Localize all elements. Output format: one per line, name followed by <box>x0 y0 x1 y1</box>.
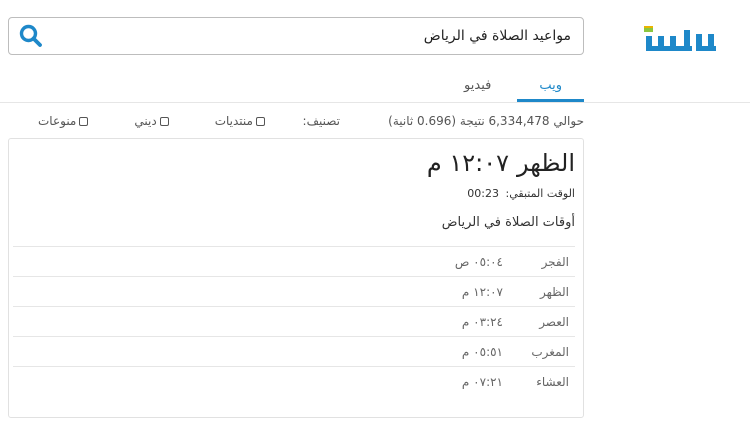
prayer-time: ٠٥:٠٤ ص <box>454 254 503 269</box>
search-box[interactable] <box>8 17 584 55</box>
time-remaining: الوقت المتبقي: 00:23 <box>467 187 575 200</box>
search-input[interactable] <box>91 28 571 44</box>
prayer-times-title[interactable]: أوقات الصلاة في الرياض <box>442 215 575 230</box>
filter-label: منوعات <box>38 114 77 128</box>
prayer-name: العشاء <box>536 374 569 389</box>
table-row: العصر ٠٣:٢٤ م <box>13 306 575 336</box>
prayer-times-card: الظهر ١٢:٠٧ م الوقت المتبقي: 00:23 أوقات… <box>8 138 584 418</box>
tab-web[interactable]: ويب <box>517 74 584 102</box>
checkbox[interactable] <box>255 116 265 126</box>
time-remaining-label: الوقت المتبقي: <box>505 187 576 200</box>
checkbox[interactable] <box>79 116 89 126</box>
filter-label: ديني <box>134 114 157 128</box>
filter-religious[interactable]: ديني <box>134 114 169 128</box>
prayer-name: الفجر <box>541 254 569 269</box>
table-row: العشاء ٠٧:٢١ م <box>13 366 575 396</box>
table-row: المغرب ٠٥:٥١ م <box>13 336 575 366</box>
search-tabs: ويب فيديو <box>442 74 584 102</box>
prayer-name: العصر <box>539 314 569 329</box>
result-stats: حوالي 6,334,478 نتيجة (0.696 ثانية) <box>388 114 584 128</box>
search-icon[interactable] <box>17 22 45 50</box>
current-prayer-name: الظهر <box>517 149 575 177</box>
filter-forums[interactable]: منتديات <box>215 114 265 128</box>
prayer-time: ١٢:٠٧ م <box>461 284 503 299</box>
filter-label: منتديات <box>214 114 253 128</box>
prayer-time: ٠٧:٢١ م <box>461 374 503 389</box>
prayer-name: المغرب <box>531 344 569 359</box>
classify-label: تصنيف: <box>302 114 340 128</box>
checkbox[interactable] <box>159 116 169 126</box>
tab-video[interactable]: فيديو <box>442 74 513 102</box>
prayer-name: الظهر <box>540 284 569 299</box>
prayer-time: ٠٥:٥١ م <box>461 344 503 359</box>
filter-misc[interactable]: منوعات <box>38 114 89 128</box>
table-row: الظهر ١٢:٠٧ م <box>13 276 575 306</box>
prayer-time: ٠٣:٢٤ م <box>461 314 503 329</box>
site-logo[interactable] <box>642 22 720 54</box>
current-prayer-heading: الظهر ١٢:٠٧ م <box>427 149 575 177</box>
prayer-times-table: الفجر ٠٥:٠٤ ص الظهر ١٢:٠٧ م العصر ٠٣:٢٤ … <box>13 246 575 396</box>
tabs-divider <box>0 102 750 103</box>
time-remaining-value: 00:23 <box>467 187 499 200</box>
table-row: الفجر ٠٥:٠٤ ص <box>13 246 575 276</box>
category-filters: منتديات ديني منوعات <box>38 114 265 128</box>
current-prayer-time: ١٢:٠٧ م <box>426 149 510 177</box>
